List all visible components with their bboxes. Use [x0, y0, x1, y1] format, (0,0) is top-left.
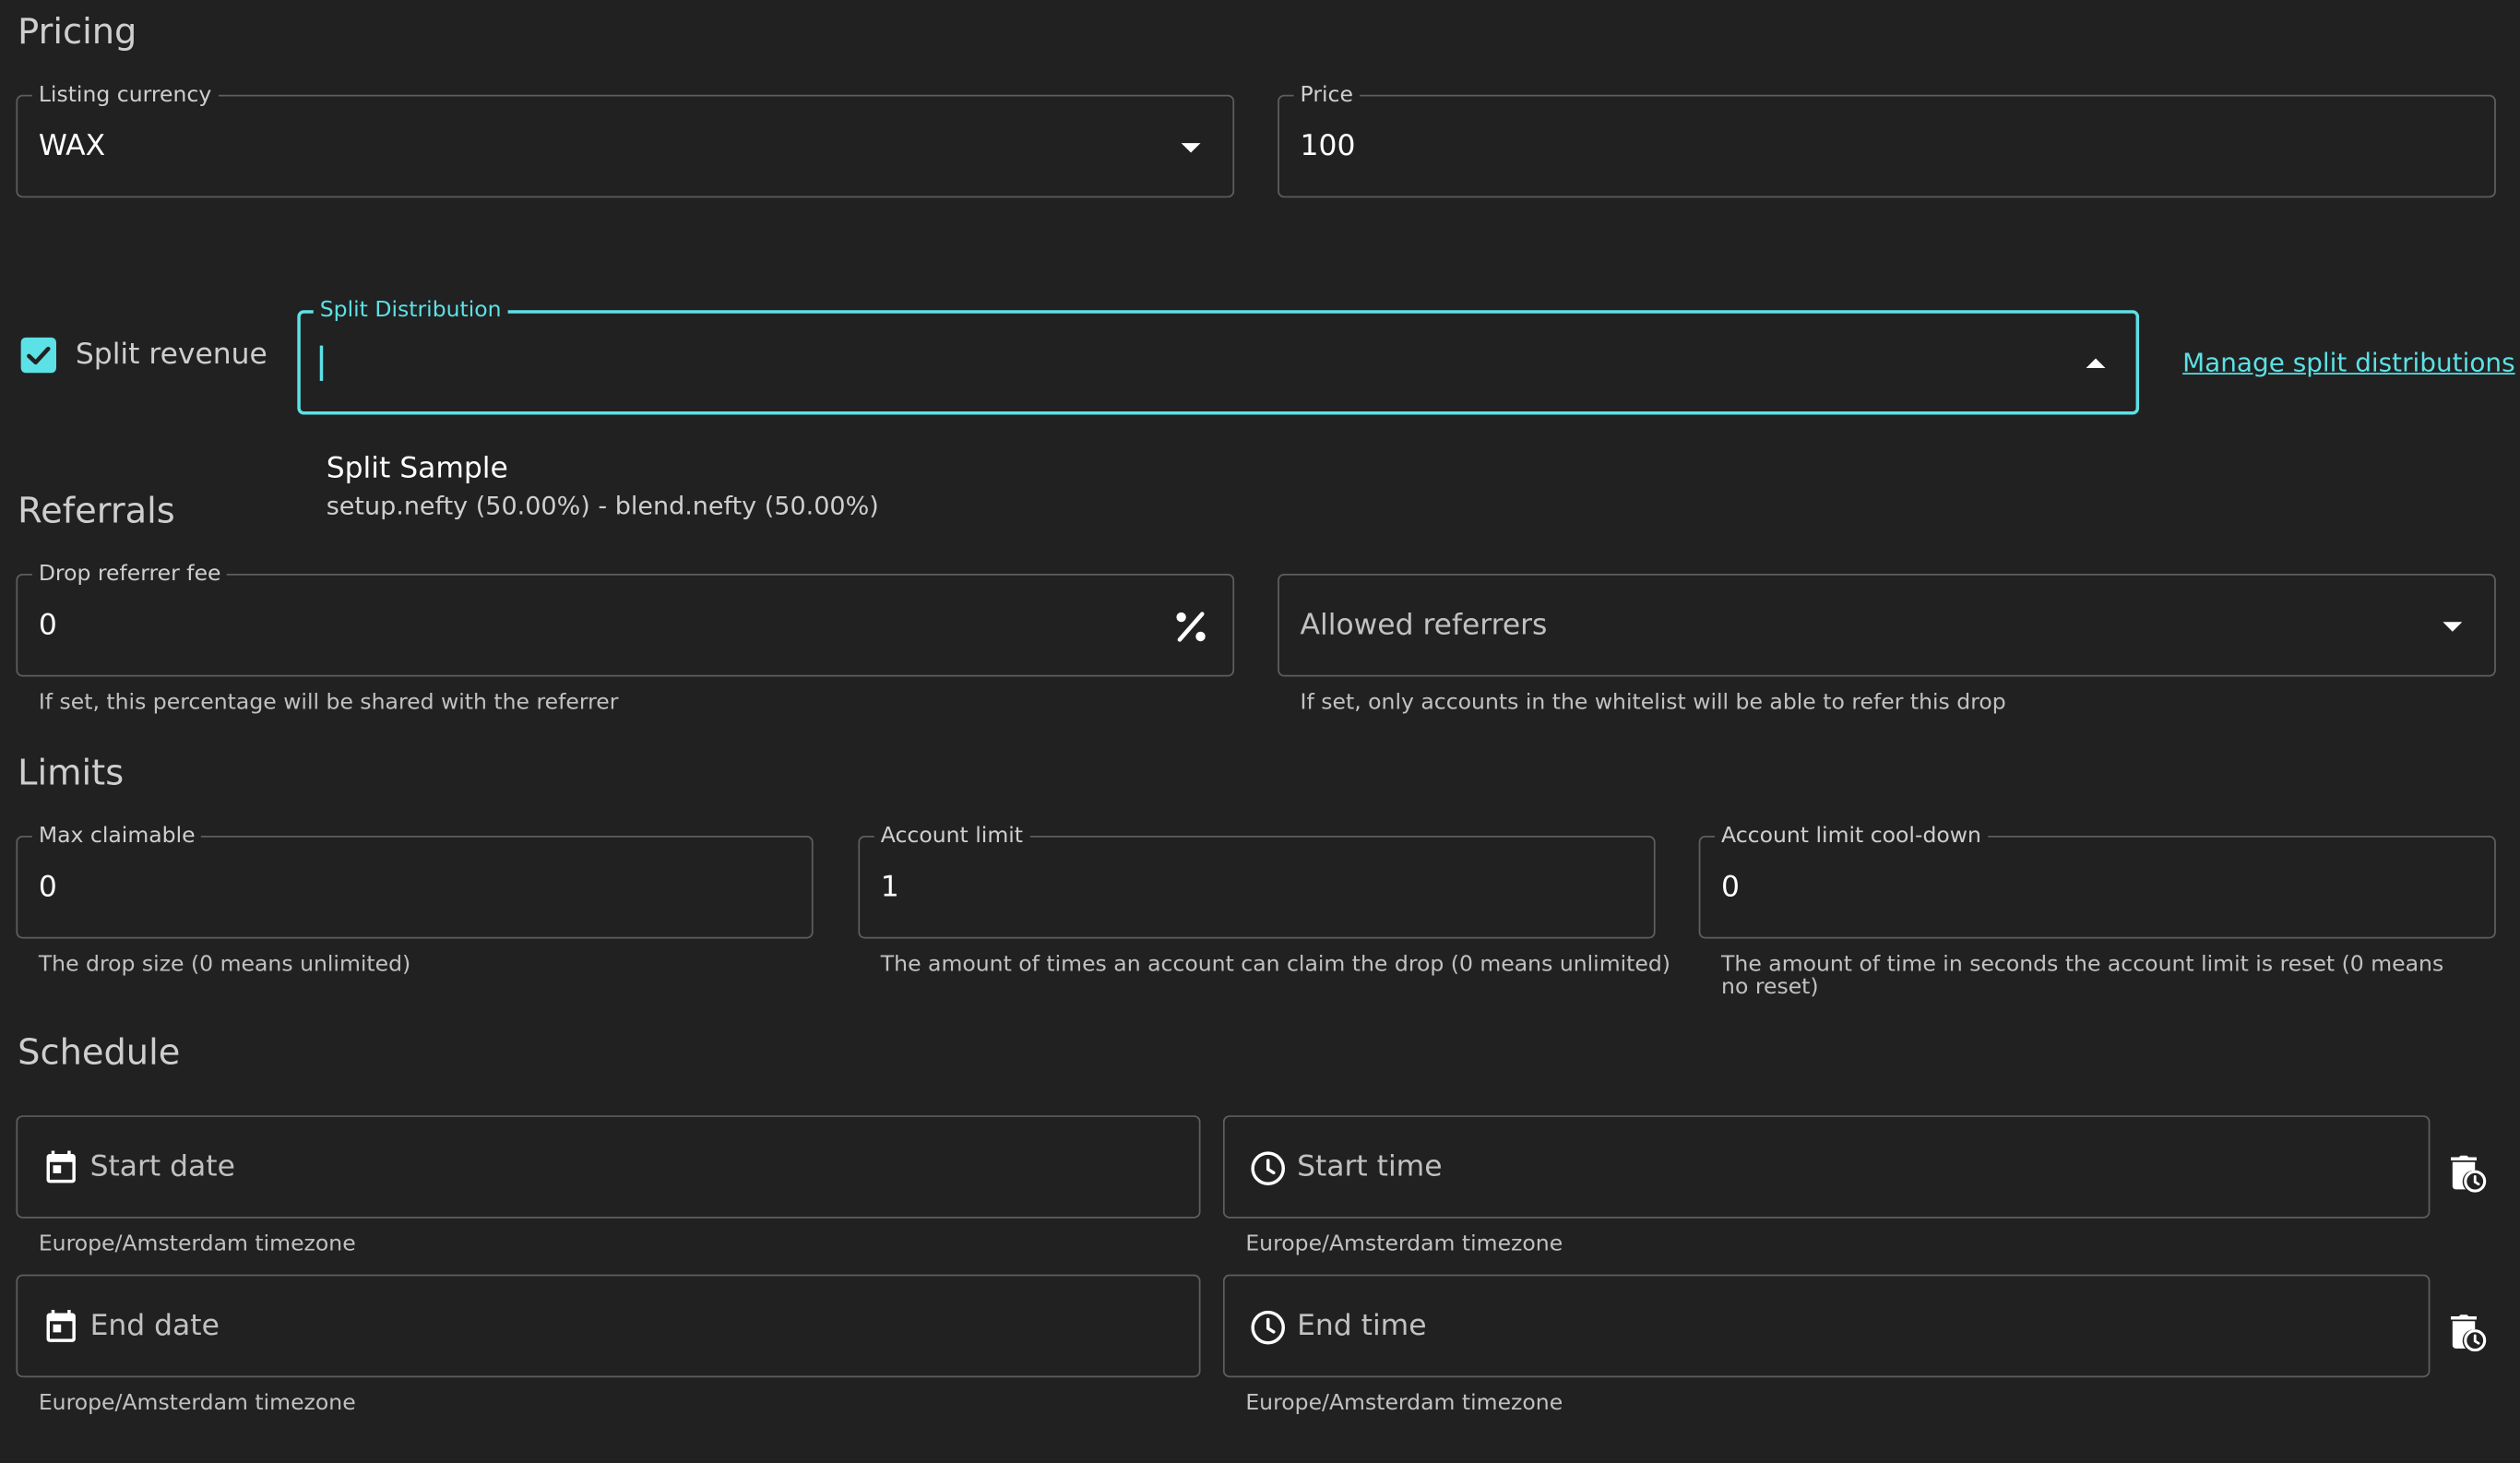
schedule-heading: Schedule	[18, 1033, 181, 1074]
pricing-heading: Pricing	[18, 12, 137, 54]
allowed-referrers-helper: If set, only accounts in the whitelist w…	[1300, 689, 2006, 716]
listing-currency-value: WAX	[38, 129, 106, 163]
delete-clock-icon[interactable]	[2446, 1312, 2488, 1353]
price-label: Price	[1293, 81, 1360, 108]
start-time-timezone: Europe/Amsterdam timezone	[1245, 1231, 1563, 1257]
clock-icon	[1251, 1310, 1286, 1345]
start-time-field[interactable]: Start time	[1222, 1115, 2431, 1219]
chevron-down-icon[interactable]	[1181, 143, 1201, 153]
split-revenue-checkbox[interactable]	[20, 337, 56, 374]
drop-referrer-fee-value: 0	[38, 608, 57, 643]
chevron-down-icon[interactable]	[2443, 622, 2463, 632]
drop-referrer-fee-label: Drop referrer fee	[31, 561, 228, 587]
split-option-item[interactable]: Split Sample setup.nefty (50.00%) - blen…	[305, 444, 1269, 537]
account-limit-helper: The amount of times an account can claim…	[880, 951, 1670, 978]
chevron-up-icon[interactable]	[2086, 358, 2106, 368]
drop-referrer-fee-field[interactable]: Drop referrer fee 0	[16, 561, 1235, 677]
clock-icon	[1251, 1151, 1286, 1185]
start-date-timezone: Europe/Amsterdam timezone	[38, 1231, 356, 1257]
listing-currency-label: Listing currency	[31, 81, 219, 108]
listing-currency-select[interactable]: Listing currency WAX	[16, 81, 1235, 198]
split-distribution-label: Split Distribution	[313, 297, 508, 324]
start-date-field[interactable]: Start date	[16, 1115, 1201, 1219]
account-limit-label: Account limit	[874, 823, 1029, 849]
start-time-placeholder: Start time	[1297, 1149, 1443, 1184]
split-option-subtitle: setup.nefty (50.00%) - blend.nefty (50.0…	[326, 492, 879, 521]
account-limit-cooldown-value: 0	[1721, 870, 1741, 905]
end-time-placeholder: End time	[1297, 1309, 1427, 1343]
split-option-title: Split Sample	[326, 451, 508, 486]
percent-icon	[1176, 612, 1206, 642]
text-cursor	[319, 345, 324, 381]
account-limit-field[interactable]: Account limit 1	[858, 823, 1656, 939]
account-limit-value: 1	[880, 870, 899, 905]
allowed-referrers-placeholder: Allowed referrers	[1300, 608, 1548, 643]
delete-clock-icon[interactable]	[2446, 1152, 2488, 1194]
account-limit-cooldown-label: Account limit cool-down	[1715, 823, 1988, 849]
end-date-placeholder: End date	[89, 1309, 220, 1343]
checkmark-icon	[27, 346, 51, 365]
start-date-placeholder: Start date	[89, 1149, 235, 1184]
end-time-field[interactable]: End time	[1222, 1274, 2431, 1378]
referrals-heading: Referrals	[18, 492, 175, 532]
max-claimable-field[interactable]: Max claimable 0	[16, 823, 814, 939]
manage-split-distributions-link[interactable]: Manage split distributions	[2182, 347, 2515, 377]
calendar-icon	[46, 1150, 76, 1183]
account-limit-cooldown-helper: The amount of time in seconds the accoun…	[1721, 951, 2444, 1000]
price-value: 100	[1300, 129, 1356, 163]
drop-settings-form: Pricing Listing currency WAX Price 100 S…	[0, 0, 2520, 1463]
end-date-timezone: Europe/Amsterdam timezone	[38, 1390, 356, 1417]
split-revenue-label[interactable]: Split revenue	[76, 338, 267, 372]
calendar-icon	[46, 1310, 76, 1342]
max-claimable-helper: The drop size (0 means unlimited)	[38, 951, 411, 978]
account-limit-cooldown-field[interactable]: Account limit cool-down 0	[1698, 823, 2496, 939]
price-field[interactable]: Price 100	[1278, 81, 2496, 198]
drop-referrer-fee-helper: If set, this percentage will be shared w…	[38, 689, 619, 716]
split-distribution-select[interactable]: Split Distribution	[297, 297, 2140, 415]
allowed-referrers-select[interactable]: Allowed referrers	[1278, 574, 2496, 677]
max-claimable-label: Max claimable	[31, 823, 202, 849]
limits-heading: Limits	[18, 754, 125, 794]
end-date-field[interactable]: End date	[16, 1274, 1201, 1378]
max-claimable-value: 0	[38, 870, 57, 905]
end-time-timezone: Europe/Amsterdam timezone	[1245, 1390, 1563, 1417]
